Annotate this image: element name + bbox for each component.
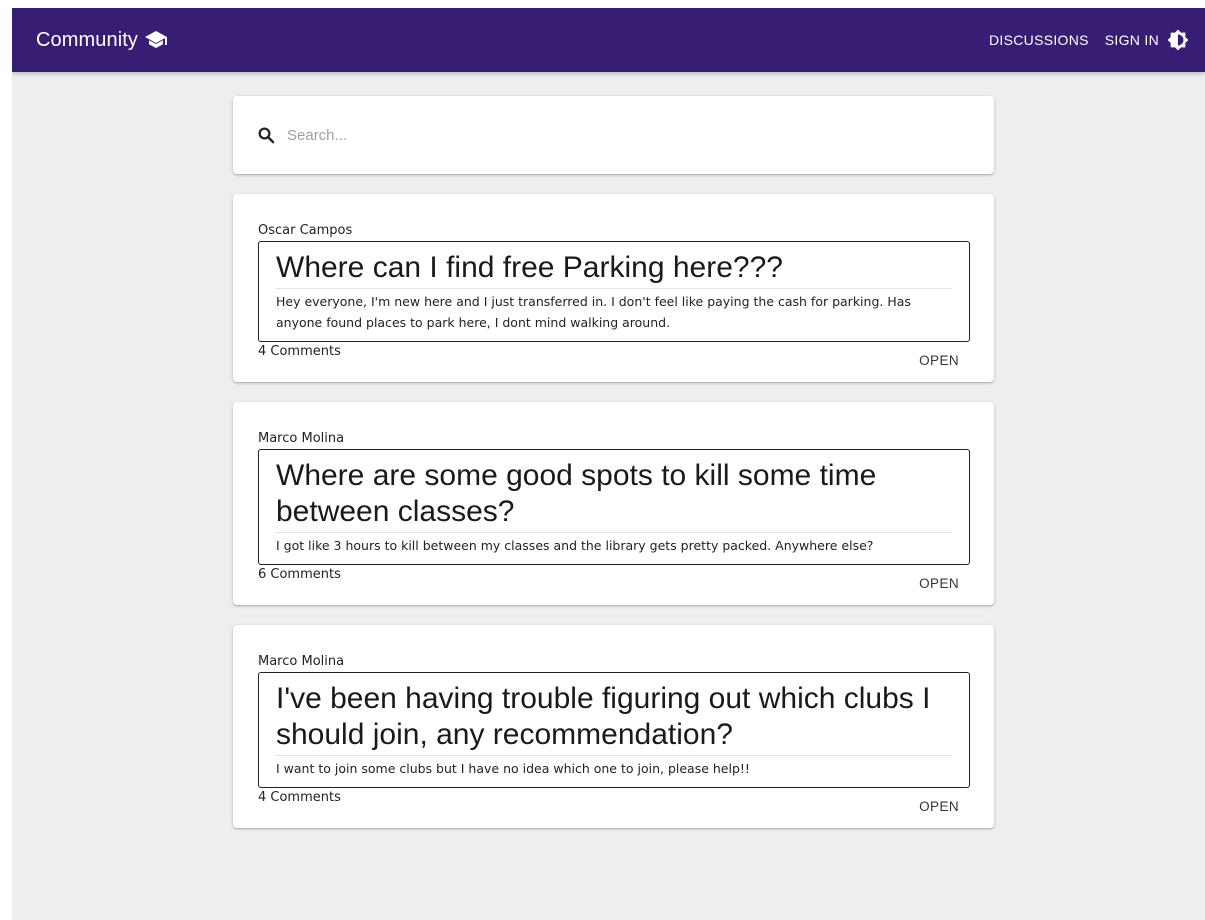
post-title: Where can I find free Parking here??? — [276, 250, 952, 289]
post-card: Oscar Campos Where can I find free Parki… — [233, 194, 994, 382]
post-title: I've been having trouble figuring out wh… — [276, 681, 952, 756]
post-author: Oscar Campos — [258, 223, 353, 238]
post-body: I want to join some clubs but I have no … — [276, 761, 750, 776]
main-content: Oscar Campos Where can I find free Parki… — [233, 96, 994, 828]
top-nav: DISCUSSIONS SIGN IN — [989, 29, 1189, 51]
post-author: Marco Molina — [258, 654, 345, 669]
app-bar: Community DISCUSSIONS SIGN IN — [12, 8, 1205, 72]
search-input[interactable] — [285, 125, 889, 145]
graduation-cap-icon — [144, 28, 168, 52]
post-author: Marco Molina — [258, 431, 345, 446]
brightness-icon[interactable] — [1167, 29, 1189, 51]
app-frame: Community DISCUSSIONS SIGN IN Search... … — [12, 8, 1205, 920]
post-footer: 4 Comments OPEN — [258, 788, 970, 816]
comment-count: 4 Comments — [258, 790, 341, 805]
nav-discussions[interactable]: DISCUSSIONS — [989, 32, 1089, 48]
search-icon — [257, 126, 275, 144]
post-content[interactable]: I've been having trouble figuring out wh… — [258, 672, 970, 788]
post-card: Marco Molina Where are some good spots t… — [233, 402, 994, 605]
comment-count: 4 Comments — [258, 344, 341, 359]
post-content[interactable]: Where can I find free Parking here??? He… — [258, 241, 970, 342]
open-button[interactable]: OPEN — [919, 353, 959, 368]
post-content[interactable]: Where are some good spots to kill some t… — [258, 449, 970, 565]
nav-sign-in[interactable]: SIGN IN — [1105, 32, 1159, 48]
post-footer: 4 Comments OPEN — [258, 342, 970, 370]
open-button[interactable]: OPEN — [919, 576, 959, 591]
post-body: I got like 3 hours to kill between my cl… — [276, 538, 874, 553]
post-footer: 6 Comments OPEN — [258, 565, 970, 593]
comment-count: 6 Comments — [258, 567, 341, 582]
post-body: Hey everyone, I'm new here and I just tr… — [276, 294, 911, 330]
post-title: Where are some good spots to kill some t… — [276, 458, 952, 533]
brand-title: Community — [36, 28, 139, 51]
search-card — [233, 96, 994, 174]
post-card: Marco Molina I've been having trouble fi… — [233, 625, 994, 828]
open-button[interactable]: OPEN — [919, 799, 959, 814]
brand[interactable]: Community — [36, 28, 168, 52]
